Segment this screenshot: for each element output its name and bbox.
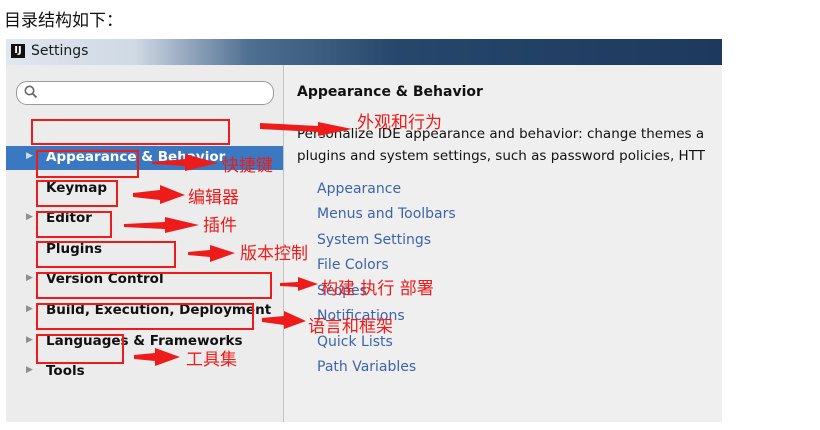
annotation-label: 外观和行为 xyxy=(357,113,442,133)
annotation-label: 快捷键 xyxy=(222,156,273,176)
annotation-arrow xyxy=(133,185,185,204)
annotation-arrow xyxy=(124,217,199,233)
annotation-arrow xyxy=(262,311,306,329)
annotation-label: 版本控制 xyxy=(240,244,308,264)
annotation-arrow xyxy=(152,154,218,171)
annotation-label: 语言和框架 xyxy=(308,317,393,337)
annotation-label: 编辑器 xyxy=(188,188,239,208)
annotation-label: 工具集 xyxy=(186,350,237,370)
annotation-arrows xyxy=(124,122,352,366)
annotation-arrow xyxy=(134,348,180,366)
annotation-arrow xyxy=(260,122,352,136)
annotation-label: 构建 执行 部署 xyxy=(321,279,434,299)
annotation-label: 插件 xyxy=(203,216,237,236)
annotation-arrow xyxy=(280,277,318,291)
annotation-arrow xyxy=(188,245,235,262)
